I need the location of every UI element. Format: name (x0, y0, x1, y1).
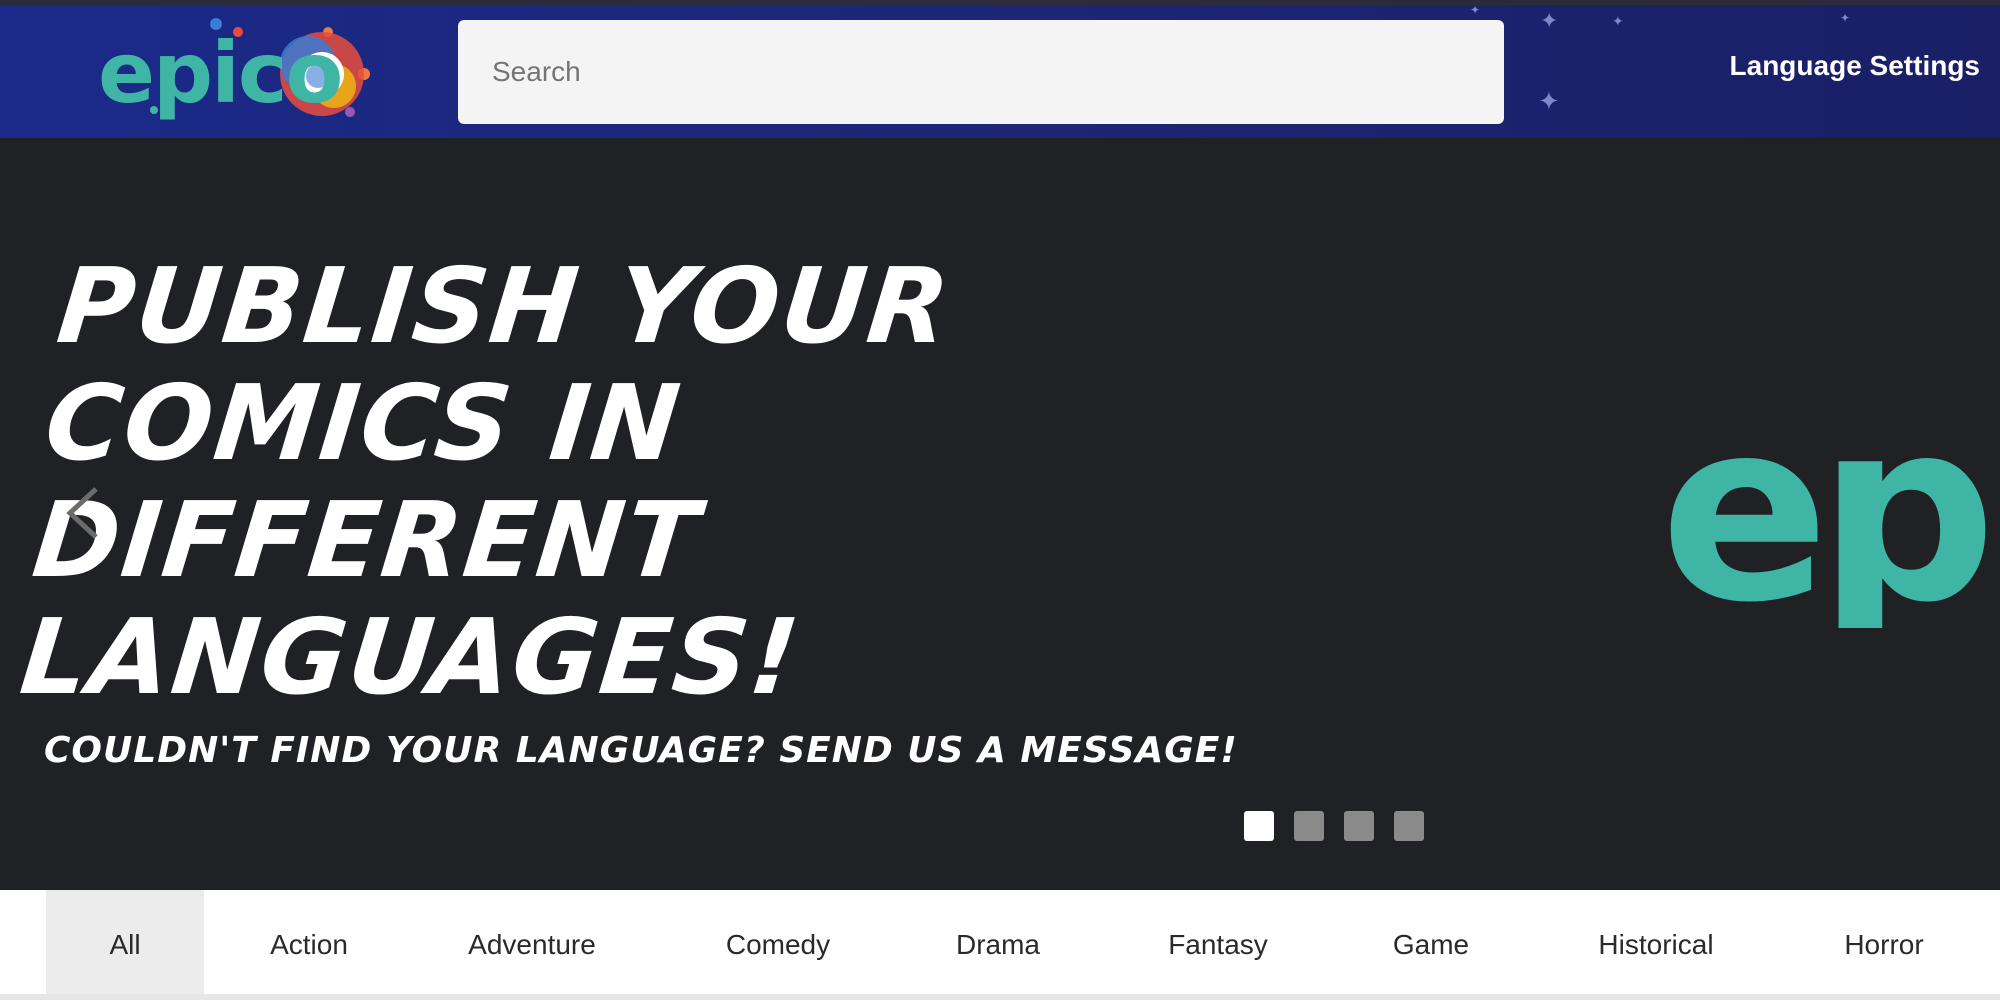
tab-game[interactable]: Game (1346, 890, 1516, 1000)
tab-bar-divider (0, 994, 2000, 1000)
sparkle-star-icon: ✦ (1840, 11, 1851, 25)
language-settings-link[interactable]: Language Settings (1730, 50, 1980, 82)
hero-title-line: comics in (39, 362, 688, 484)
search-input[interactable] (458, 20, 1504, 124)
epico-logo[interactable]: epico (98, 14, 378, 126)
tab-historical[interactable]: Historical (1516, 890, 1796, 1000)
tab-comedy[interactable]: Comedy (650, 890, 906, 1000)
tab-action[interactable]: Action (204, 890, 414, 1000)
tab-adventure[interactable]: Adventure (414, 890, 650, 1000)
chevron-left-icon[interactable] (62, 483, 102, 543)
genre-tab-bar: All Action Adventure Comedy Drama Fantas… (0, 890, 2000, 1000)
sparkle-star-icon: ✦ (1470, 3, 1481, 17)
top-border (0, 0, 2000, 5)
hero-title-line: different (27, 479, 706, 601)
carousel-dot[interactable] (1294, 811, 1324, 841)
hero-title-line: Publish your (52, 245, 957, 367)
carousel-dot[interactable] (1244, 811, 1274, 841)
tab-all[interactable]: All (46, 890, 204, 1000)
tab-fantasy[interactable]: Fantasy (1090, 890, 1346, 1000)
tab-horror[interactable]: Horror (1796, 890, 1972, 1000)
hero-title: Publish your comics in different languag… (15, 245, 1164, 718)
sparkle-star-icon: ✦ (1540, 8, 1559, 33)
carousel-dot[interactable] (1344, 811, 1374, 841)
hero-epico-logo: ep (1660, 366, 2000, 657)
sparkle-star-icon: ✦ (1538, 86, 1560, 116)
tab-drama[interactable]: Drama (906, 890, 1090, 1000)
carousel-dot[interactable] (1394, 811, 1424, 841)
hero-subtitle: Couldn't find your language? Send us a m… (44, 730, 1238, 771)
sparkle-star-icon: ✦ (1612, 13, 1624, 29)
epico-logo-graphic: epico (98, 18, 370, 122)
logo-text: epico (98, 24, 341, 122)
carousel-indicators (1244, 811, 1424, 841)
hero-title-line: languages! (15, 596, 807, 718)
hero-carousel: Publish your comics in different languag… (0, 138, 2000, 890)
top-header: ✦ ✦ ✦ ✦ ✦ epico Language Settings (0, 0, 2000, 138)
